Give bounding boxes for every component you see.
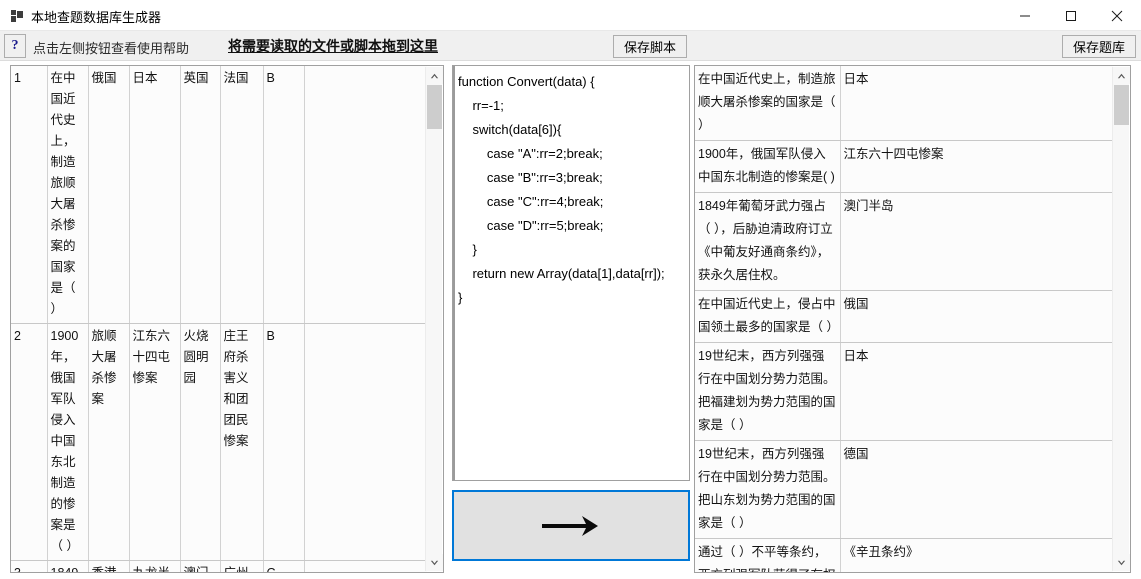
option-a-cell[interactable]: 俄国 [88,66,130,324]
minimize-button[interactable] [1002,0,1048,31]
script-editor-panel[interactable]: function Convert(data) { rr=-1; switch(d… [452,65,690,481]
minimize-icon [1020,15,1030,16]
result-answer-cell[interactable]: 日本 [840,66,1113,141]
title-bar: 本地查题数据库生成器 [0,0,1141,31]
result-table-panel[interactable]: 在中国近代史上，制造旅顺大屠杀惨案的国家是（ ）日本 1900年，俄国军队侵入中国… [694,65,1131,573]
empty-cell[interactable] [304,323,427,561]
right-arrow-icon [542,515,598,536]
table-row[interactable]: 1900年，俄国军队侵入中国东北制造的惨案是( ) 江东六十四屯惨案 [695,140,1113,193]
result-answer-cell[interactable]: 日本 [840,342,1113,441]
option-d-cell[interactable]: 法国 [220,66,264,324]
result-table-scrollbar[interactable] [1112,67,1130,571]
question-cell[interactable]: 在中国近代史上，制造旅顺大屠杀惨案的国家是（ ） [47,66,89,324]
scroll-down-icon[interactable] [1113,554,1130,571]
option-b-cell[interactable]: 日本 [129,66,181,324]
help-button[interactable]: ? [4,34,26,58]
source-table-panel[interactable]: 1 在中国近代史上，制造旅顺大屠杀惨案的国家是（ ）俄国 日本 英国 法国 B 2 1900年… [10,65,444,573]
result-table[interactable]: 在中国近代史上，制造旅顺大屠杀惨案的国家是（ ）日本 1900年，俄国军队侵入中国… [695,66,1113,572]
script-editor-textarea[interactable]: function Convert(data) { rr=-1; switch(d… [453,66,689,480]
result-question-cell[interactable]: 19世纪末，西方列强强行在中国划分势力范围。把山东划为势力范围的国家是（ ） [695,440,841,539]
maximize-button[interactable] [1048,0,1094,31]
option-c-cell[interactable]: 英国 [180,66,221,324]
result-question-cell[interactable]: 通过（ ）不平等条约，西方列强军队获得了有权 [695,538,841,572]
result-answer-cell[interactable]: 澳门半岛 [840,192,1113,291]
option-a-cell[interactable]: 香港岛 [88,560,130,572]
answer-cell[interactable]: B [263,66,305,324]
option-a-cell[interactable]: 旅顺大屠杀惨案 [88,323,130,561]
result-question-cell[interactable]: 在中国近代史上，制造旅顺大屠杀惨案的国家是（ ） [695,66,841,141]
question-cell[interactable]: 1900年，俄国军队侵入中国东北制造的惨案是（ ） [47,323,89,561]
save-question-bank-button[interactable]: 保存题库 [1062,35,1136,58]
row-id[interactable]: 2 [11,323,48,561]
toolbar: ? 点击左侧按钮查看使用帮助 将需要读取的文件或脚本拖到这里 保存脚本 保存题库 [0,31,1141,61]
scroll-thumb[interactable] [427,85,442,129]
table-row[interactable]: 2 1900年，俄国军队侵入中国东北制造的惨案是（ ）旅顺大屠杀惨案 江东六十四屯惨… [11,323,427,561]
source-table-scrollbar[interactable] [425,67,443,571]
question-cell[interactable]: 1849年葡萄牙武力强占（ ），后胁 [47,560,89,572]
close-button[interactable] [1094,0,1140,31]
scroll-down-icon[interactable] [426,554,443,571]
result-question-cell[interactable]: 1849年葡萄牙武力强占（ ），后胁迫清政府订立《中葡友好通商条约》，获永久居住… [695,192,841,291]
result-answer-cell[interactable]: 德国 [840,440,1113,539]
window-title: 本地查题数据库生成器 [31,10,162,25]
maximize-icon [1066,10,1076,21]
row-id[interactable]: 3 [11,560,48,572]
result-answer-cell[interactable]: 俄国 [840,290,1113,343]
empty-cell[interactable] [304,66,427,324]
option-c-cell[interactable]: 澳门半岛 [180,560,221,572]
scroll-thumb[interactable] [1114,85,1129,125]
table-row[interactable]: 19世纪末，西方列强强行在中国划分势力范围。把山东划为势力范围的国家是（ ）德国 [695,440,1113,539]
close-icon [1111,10,1123,21]
table-row[interactable]: 1849年葡萄牙武力强占（ ），后胁迫清政府订立《中葡友好通商条约》，获永久居住… [695,192,1113,291]
option-d-cell[interactable]: 广州湾 [220,560,264,572]
help-hint-label: 点击左侧按钮查看使用帮助 [33,41,190,56]
file-drop-zone-label[interactable]: 将需要读取的文件或脚本拖到这里 [228,36,438,56]
table-row[interactable]: 1 在中国近代史上，制造旅顺大屠杀惨案的国家是（ ）俄国 日本 英国 法国 B [11,66,427,324]
table-row[interactable]: 在中国近代史上，制造旅顺大屠杀惨案的国家是（ ）日本 [695,66,1113,141]
table-row[interactable]: 31849年葡萄牙武力强占（ ），后胁香港岛九龙半岛澳门半岛广州湾C [11,560,427,572]
source-table[interactable]: 1 在中国近代史上，制造旅顺大屠杀惨案的国家是（ ）俄国 日本 英国 法国 B 2 1900年… [11,66,427,572]
scroll-up-icon[interactable] [1113,67,1130,84]
app-tiles-icon [11,10,23,22]
result-question-cell[interactable]: 19世纪末，西方列强强行在中国划分势力范围。把福建划为势力范围的国家是（ ） [695,342,841,441]
result-question-cell[interactable]: 在中国近代史上，侵占中国领土最多的国家是（ ） [695,290,841,343]
result-answer-cell[interactable]: 江东六十四屯惨案 [840,140,1113,193]
option-d-cell[interactable]: 庄王府杀害义和团团民惨案 [220,323,264,561]
option-b-cell[interactable]: 江东六十四屯惨案 [129,323,181,561]
option-c-cell[interactable]: 火烧圆明园 [180,323,221,561]
answer-cell[interactable]: C [263,560,305,572]
answer-cell[interactable]: B [263,323,305,561]
table-row[interactable]: 在中国近代史上，侵占中国领土最多的国家是（ ）俄国 [695,290,1113,343]
table-row[interactable]: 通过（ ）不平等条约，西方列强军队获得了有权《辛丑条约》 [695,538,1113,572]
empty-cell[interactable] [304,560,427,572]
result-question-cell[interactable]: 1900年，俄国军队侵入中国东北制造的惨案是( ) [695,140,841,193]
result-answer-cell[interactable]: 《辛丑条约》 [840,538,1113,572]
save-script-button[interactable]: 保存脚本 [613,35,687,58]
option-b-cell[interactable]: 九龙半岛 [129,560,181,572]
row-id[interactable]: 1 [11,66,48,324]
scroll-up-icon[interactable] [426,67,443,84]
table-row[interactable]: 19世纪末，西方列强强行在中国划分势力范围。把福建划为势力范围的国家是（ ）日本 [695,342,1113,441]
convert-button[interactable] [452,490,690,561]
